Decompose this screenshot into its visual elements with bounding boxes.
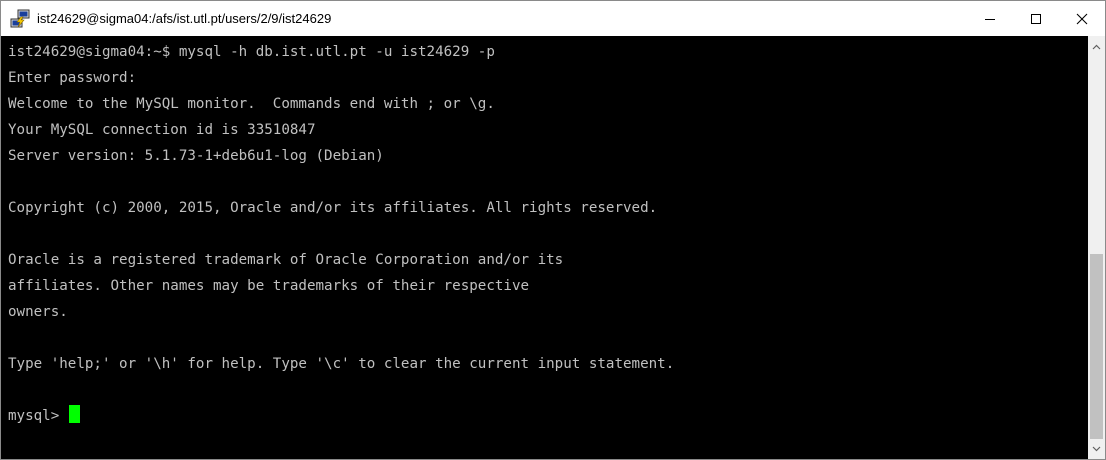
window-title: ist24629@sigma04:/afs/ist.utl.pt/users/2… xyxy=(37,11,332,26)
terminal-screen[interactable]: ist24629@sigma04:~$ mysql -h db.ist.utl.… xyxy=(1,36,1088,459)
scroll-up-button[interactable] xyxy=(1088,38,1105,55)
terminal-area: ist24629@sigma04:~$ mysql -h db.ist.utl.… xyxy=(1,36,1105,459)
text-cursor xyxy=(68,405,80,423)
terminal-line: Type 'help;' or '\h' for help. Type '\c'… xyxy=(8,356,675,372)
terminal-line: ist24629@sigma04:~$ mysql -h db.ist.utl.… xyxy=(8,44,495,60)
prompt-line: mysql> xyxy=(8,403,80,429)
terminal-line: owners. xyxy=(8,304,68,320)
chevron-up-icon xyxy=(1092,44,1101,49)
terminal-line: Oracle is a registered trademark of Orac… xyxy=(8,252,564,268)
title-bar[interactable]: ist24629@sigma04:/afs/ist.utl.pt/users/2… xyxy=(1,1,1105,36)
scroll-down-button[interactable] xyxy=(1088,440,1105,457)
putty-window: ist24629@sigma04:/afs/ist.utl.pt/users/2… xyxy=(0,0,1106,460)
maximize-icon xyxy=(1031,13,1041,24)
minimize-button[interactable] xyxy=(967,1,1013,36)
terminal-line: Your MySQL connection id is 33510847 xyxy=(8,122,316,138)
close-button[interactable] xyxy=(1059,1,1105,36)
mysql-prompt: mysql> xyxy=(8,408,68,424)
terminal-line: affiliates. Other names may be trademark… xyxy=(8,278,530,294)
terminal-line: Enter password: xyxy=(8,70,137,86)
close-icon xyxy=(1076,13,1088,24)
terminal-line: Server version: 5.1.73-1+deb6u1-log (Deb… xyxy=(8,148,384,164)
terminal-line: Copyright (c) 2000, 2015, Oracle and/or … xyxy=(8,200,658,216)
terminal-line: Welcome to the MySQL monitor. Commands e… xyxy=(8,96,495,112)
vertical-scrollbar[interactable] xyxy=(1088,36,1105,459)
chevron-down-icon xyxy=(1092,446,1101,451)
minimize-icon xyxy=(985,18,995,20)
maximize-button[interactable] xyxy=(1013,1,1059,36)
scrollbar-thumb[interactable] xyxy=(1090,254,1103,439)
window-controls xyxy=(967,1,1105,36)
putty-icon[interactable] xyxy=(9,8,31,30)
